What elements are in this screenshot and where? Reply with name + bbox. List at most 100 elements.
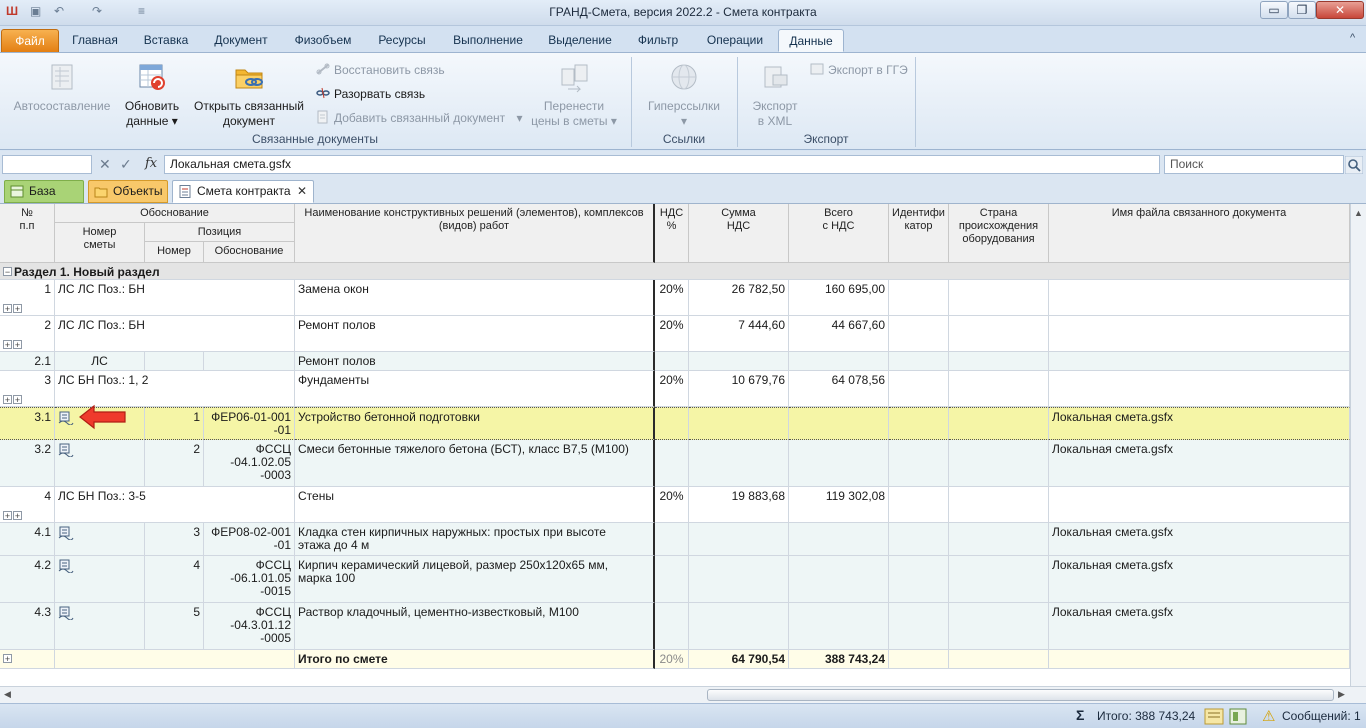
cell-country[interactable] xyxy=(949,487,1049,523)
header-position[interactable]: Позиция xyxy=(145,223,295,242)
export-xml-button[interactable]: Экспорт в XML xyxy=(744,61,806,129)
cell-identifier[interactable] xyxy=(889,440,949,487)
cell-vat-pct[interactable] xyxy=(655,523,689,556)
linked-estimate-icon[interactable] xyxy=(58,411,74,426)
cell-total[interactable]: 64 078,56 xyxy=(789,371,889,407)
header-country[interactable]: Страна происхождения оборудования xyxy=(949,204,1049,263)
cell-vat-pct[interactable]: 20% xyxy=(655,487,689,523)
cell-num[interactable]: 3.1 xyxy=(0,407,55,440)
cell-total[interactable] xyxy=(789,440,889,487)
section-row[interactable]: Раздел 1. Новый раздел xyxy=(0,263,1350,280)
refresh-data-button[interactable]: Обновить данные ▾ xyxy=(118,61,186,129)
cell-linked-file[interactable]: Локальная смета.gsfx xyxy=(1049,556,1350,603)
page-view-icon[interactable] xyxy=(1204,708,1224,725)
cell-name[interactable]: Устройство бетонной подготовки xyxy=(295,407,655,440)
break-link-button[interactable]: Разорвать связь xyxy=(316,85,425,103)
cell-identifier[interactable] xyxy=(889,407,949,440)
header-total[interactable]: Всего с НДС xyxy=(789,204,889,263)
scroll-right-icon[interactable]: ▶ xyxy=(1338,689,1345,700)
tab-objects[interactable]: Объекты xyxy=(88,180,168,203)
cell-vat-sum[interactable]: 10 679,76 xyxy=(689,371,789,407)
restore-link-button[interactable]: Восстановить связь xyxy=(316,61,445,79)
cell-country[interactable] xyxy=(949,407,1049,440)
cell-pos-num[interactable]: 4 xyxy=(145,556,204,603)
totals-vat-sum[interactable]: 64 790,54 xyxy=(689,650,789,669)
cell-country[interactable] xyxy=(949,316,1049,352)
cell-total[interactable]: 160 695,00 xyxy=(789,280,889,316)
tab-selection[interactable]: Выделение xyxy=(542,29,618,52)
header-identifier[interactable]: Идентифи катор xyxy=(889,204,949,263)
cell-country[interactable] xyxy=(949,523,1049,556)
cell-vat-pct[interactable] xyxy=(655,352,689,371)
cell-total[interactable] xyxy=(789,523,889,556)
cell-country[interactable] xyxy=(949,280,1049,316)
collapse-section-icon[interactable]: − xyxy=(3,267,12,277)
scroll-up-icon[interactable]: ▲ xyxy=(1354,208,1363,218)
header-linked-file[interactable]: Имя файла связанного документа xyxy=(1049,204,1350,263)
cell-basis[interactable]: ЛС БН Поз.: 1, 2 xyxy=(55,371,295,407)
cell-total[interactable] xyxy=(789,407,889,440)
cell-pos-basis[interactable]: ФССЦ -04.3.01.12 -0005 xyxy=(204,603,295,650)
cell-num[interactable]: 2.1 xyxy=(0,352,55,371)
cell-num[interactable]: 4.3 xyxy=(0,603,55,650)
cell-vat-sum[interactable]: 19 883,68 xyxy=(689,487,789,523)
cell-basis[interactable]: ЛС БН Поз.: 3-5 xyxy=(55,487,295,523)
cell-identifier[interactable] xyxy=(889,487,949,523)
tab-base[interactable]: База xyxy=(4,180,84,203)
tab-operations[interactable]: Операции xyxy=(698,29,772,52)
confirm-edit-icon[interactable]: ✓ xyxy=(120,156,132,173)
tab-home[interactable]: Главная xyxy=(64,29,126,52)
cell-vat-pct[interactable] xyxy=(655,603,689,650)
header-basis[interactable]: Обоснование xyxy=(55,204,295,223)
cell-linked-file[interactable] xyxy=(1049,487,1350,523)
cancel-edit-icon[interactable]: ✕ xyxy=(99,156,111,173)
cell-name[interactable]: Раствор кладочный, цементно-известковый,… xyxy=(295,603,655,650)
expand-totals-icon[interactable]: + xyxy=(3,654,12,664)
cell-name[interactable]: Кирпич керамический лицевой, размер 250х… xyxy=(295,556,655,603)
horizontal-scrollbar[interactable]: ◀ ▶ xyxy=(0,686,1366,703)
tab-insert[interactable]: Вставка xyxy=(136,29,196,52)
tab-file[interactable]: Файл xyxy=(1,29,59,52)
cell-name[interactable]: Стены xyxy=(295,487,655,523)
cell-pos-basis[interactable] xyxy=(204,352,295,371)
formula-input[interactable]: Локальная смета.gsfx xyxy=(164,155,1160,174)
cell-pos-num[interactable] xyxy=(145,352,204,371)
expand-row-icon[interactable]: + xyxy=(3,395,12,405)
cell-linked-file[interactable]: Локальная смета.gsfx xyxy=(1049,407,1350,440)
horizontal-scroll-thumb[interactable] xyxy=(707,689,1334,701)
totals-linked-file[interactable] xyxy=(1049,650,1350,669)
linked-estimate-icon[interactable] xyxy=(58,559,74,574)
linked-estimate-icon[interactable] xyxy=(58,606,74,621)
cell-linked-file[interactable] xyxy=(1049,280,1350,316)
cell-pos-num[interactable]: 2 xyxy=(145,440,204,487)
cell-country[interactable] xyxy=(949,603,1049,650)
totals-label[interactable]: Итого по смете xyxy=(295,650,655,669)
cell-basis[interactable]: ЛС ЛС Поз.: БН xyxy=(55,316,295,352)
expand-row-icon[interactable]: + xyxy=(13,304,22,314)
cell-vat-sum[interactable] xyxy=(689,407,789,440)
cell-vat-sum[interactable]: 7 444,60 xyxy=(689,316,789,352)
maximize-button[interactable]: ❐ xyxy=(1288,1,1316,19)
cell-pos-basis[interactable]: ФССЦ -06.1.01.05 -0015 xyxy=(204,556,295,603)
cell-pos-basis[interactable]: ФЕР08-02-001 -01 xyxy=(204,523,295,556)
cell-pos-basis[interactable]: ФССЦ -04.1.02.05 -0003 xyxy=(204,440,295,487)
cell-basis[interactable]: ЛС ЛС Поз.: БН xyxy=(55,280,295,316)
cell-vat-pct[interactable] xyxy=(655,556,689,603)
cell-vat-pct[interactable] xyxy=(655,407,689,440)
header-num[interactable]: № п.п xyxy=(0,204,55,263)
tab-document[interactable]: Документ xyxy=(206,29,276,52)
tab-contract-estimate[interactable]: Смета контракта ✕ xyxy=(172,180,314,203)
linked-estimate-icon[interactable] xyxy=(58,443,74,458)
status-messages[interactable]: Сообщений: 1 xyxy=(1282,709,1361,723)
totals-country[interactable] xyxy=(949,650,1049,669)
cell-identifier[interactable] xyxy=(889,280,949,316)
cell-vat-sum[interactable]: 26 782,50 xyxy=(689,280,789,316)
tab-execution[interactable]: Выполнение xyxy=(444,29,532,52)
expand-row-icon[interactable]: + xyxy=(13,511,22,521)
cell-num[interactable]: 4.1 xyxy=(0,523,55,556)
search-icon[interactable] xyxy=(1345,156,1363,174)
cell-identifier[interactable] xyxy=(889,603,949,650)
cell-vat-sum[interactable] xyxy=(689,440,789,487)
close-tab-icon[interactable]: ✕ xyxy=(297,181,307,202)
name-box[interactable] xyxy=(2,155,92,174)
